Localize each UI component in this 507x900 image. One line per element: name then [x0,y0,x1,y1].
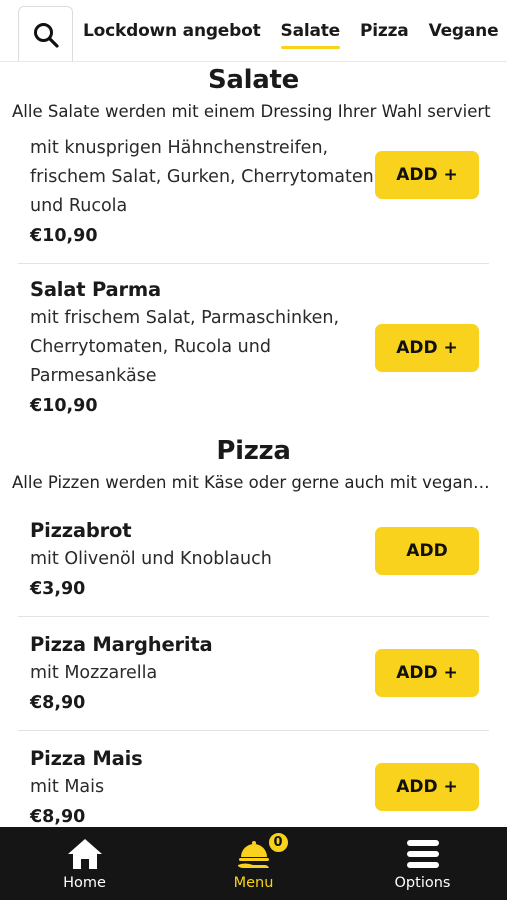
section-salate: Salate Alle Salate werden mit einem Dres… [0,62,507,429]
item-description: mit frischem Salat, Parmaschinken, Cherr… [30,308,340,386]
item-description: mit Mais [30,777,105,797]
nav-label: Options [394,875,451,891]
item-description: mit Mozzarella [30,663,158,683]
tab-lockdown-angebot[interactable]: Lockdown angebot [83,17,261,45]
item-description: mit knusprigen Hähnchenstreifen, frische… [30,138,374,216]
section-pizza: Pizza Alle Pizzen werden mit Käse oder g… [0,431,507,827]
menu-bars-icon [406,840,439,868]
menu-item: Pizzabrot mit Olivenöl und Knoblauch €3,… [18,495,489,617]
item-price: €3,90 [30,579,86,599]
item-price: €10,90 [30,226,98,246]
menu-item: Pizza Mais mit Mais €8,90 ADD + [18,731,489,827]
search-icon [33,22,59,48]
home-icon [67,839,102,869]
menu-item: mit knusprigen Hähnchenstreifen, frische… [18,124,489,264]
item-description: mit Olivenöl und Knoblauch [30,549,272,569]
category-tabs: Lockdown angebot Salate Pizza Vegane [83,0,507,61]
add-button[interactable]: ADD + [375,151,479,199]
nav-label: Menu [233,875,274,891]
item-price: €10,90 [30,396,98,416]
nav-options[interactable]: Options [338,827,507,900]
tab-pizza[interactable]: Pizza [360,17,409,45]
tab-salate[interactable]: Salate [280,17,341,49]
add-button[interactable]: ADD + [375,763,479,811]
add-button[interactable]: ADD + [375,649,479,697]
cart-count-badge: 0 [266,831,290,854]
menu-item: Salat Parma mit frischem Salat, Parmasch… [18,264,489,429]
section-description: Alle Pizzen werden mit Käse oder gerne a… [12,473,507,492]
tab-vegane[interactable]: Vegane [429,17,499,45]
add-button[interactable]: ADD [375,527,479,575]
section-title: Salate [208,65,299,95]
section-description: Alle Salate werden mit einem Dressing Ih… [12,102,491,121]
menu-content: Salate Alle Salate werden mit einem Dres… [0,62,507,827]
section-title: Pizza [216,436,291,466]
nav-label: Home [63,875,106,891]
add-button[interactable]: ADD + [375,324,479,372]
category-bar: Lockdown angebot Salate Pizza Vegane [0,0,507,62]
nav-menu[interactable]: 0 Menu [169,827,338,900]
item-name: Salat Parma [30,278,161,301]
nav-home[interactable]: Home [0,827,169,900]
bottom-navigation: Home 0 Menu Options [0,827,507,900]
menu-item: Pizza Margherita mit Mozzarella €8,90 AD… [18,617,489,731]
search-button[interactable] [18,6,73,61]
